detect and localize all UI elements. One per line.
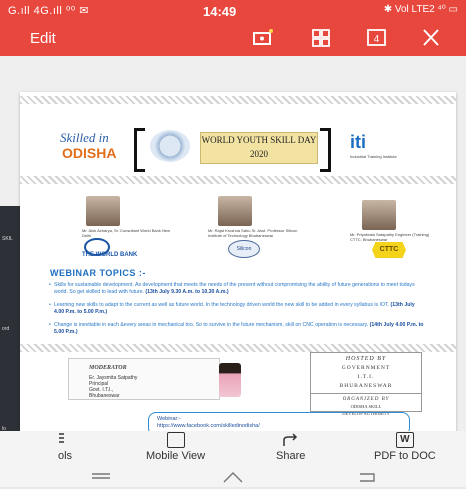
top-border-pattern <box>20 96 456 104</box>
share-icon <box>282 432 300 448</box>
silicon-logo: Silicon <box>228 240 260 258</box>
iti-logo: iti Industrial Training Institute <box>350 132 397 159</box>
word-icon: W <box>395 432 414 448</box>
mobile-view-icon <box>166 432 185 448</box>
page-count-icon[interactable]: 4 <box>366 28 388 48</box>
topic-bullet-1: Skills for sustainable development. As d… <box>49 282 424 295</box>
moderator-city: Bhubaneswar <box>89 393 120 399</box>
edit-button[interactable]: Edit <box>30 30 56 47</box>
speaker-photo-2 <box>218 196 252 226</box>
header-logos: Skilled in ODISHA WORLD YOUTH SKILL DAY … <box>50 128 436 172</box>
back-icon[interactable] <box>352 470 382 484</box>
webinar-topics-title: WEBINAR TOPICS :- <box>50 268 146 278</box>
svg-text:Skilled in: Skilled in <box>60 130 109 145</box>
close-icon[interactable] <box>420 28 442 48</box>
clock: 14:49 <box>203 4 237 19</box>
home-icon[interactable] <box>218 470 248 484</box>
status-bar: G.ıll 4G.ıll ⁰⁰ ✉ 14:49 ✱ Vol LTE2 ⁴⁰ ▭ <box>0 0 466 22</box>
pdf-to-doc-button[interactable]: W PDF to DOC <box>374 432 436 462</box>
divider-pattern-2 <box>20 344 456 352</box>
svg-text:ODISHA: ODISHA <box>62 145 116 161</box>
bracket-left <box>134 128 145 172</box>
bracket-right <box>320 128 331 172</box>
moderator-photo <box>219 363 241 397</box>
speaker-caption-2: Mr. Rajat Krushna Sahu Sr. Asst. Profess… <box>208 228 298 238</box>
battery-indicators: ✱ Vol LTE2 ⁴⁰ ▭ <box>383 4 458 15</box>
grid-icon[interactable] <box>310 28 332 48</box>
speaker-caption-3: Mr. Priyabrata Satapathy Engineer (Train… <box>350 232 430 242</box>
document-viewer[interactable]: SKIL ord lo Skilled in ODISHA WORLD YOUTH … <box>0 56 466 431</box>
webinar-label: Webinar:- <box>157 416 181 422</box>
hosted-by-box: HOSTED BY GOVERNMENT I.T.I. BHUBANESWAR … <box>310 352 422 416</box>
moderator-box: MODERATOR Er. Jaysmita Satpathy Principa… <box>68 358 241 400</box>
world-youth-skill-day-banner: WORLD YOUTH SKILL DAY 2020 <box>200 132 318 164</box>
moderator-title: MODERATOR <box>89 365 127 371</box>
world-bank-label: THE WORLD BANK <box>82 252 138 258</box>
speaker-photo-3 <box>362 200 396 230</box>
topic-bullet-3: Change is inevitable in each &every area… <box>49 322 424 335</box>
bottom-toolbar: ols Mobile View Share W PDF to DOC <box>0 431 466 467</box>
speaker-caption-1: Mr. Alok Acharya, Sr. Consultant World B… <box>82 228 170 238</box>
tools-icon <box>56 432 74 448</box>
skilled-in-odisha-logo: Skilled in ODISHA <box>58 128 128 164</box>
webinar-link-box[interactable]: Webinar:- https://www.facebook.com/skill… <box>148 412 410 431</box>
pdf-page: Skilled in ODISHA WORLD YOUTH SKILL DAY … <box>20 92 456 431</box>
app-bar: Edit 4 <box>0 22 466 56</box>
government-seal-icon <box>150 130 190 162</box>
cttc-logo: CTTC <box>372 242 406 258</box>
topic-bullet-2: Learning new skills to adapt to the curr… <box>49 302 424 315</box>
share-button[interactable]: Share <box>276 432 305 462</box>
system-nav-bar <box>0 467 466 487</box>
speaker-photo-1 <box>86 196 120 226</box>
screenshot-icon[interactable] <box>252 28 274 48</box>
mobile-view-button[interactable]: Mobile View <box>146 432 205 462</box>
tools-button[interactable]: ols <box>56 432 74 462</box>
webinar-url[interactable]: https://www.facebook.com/skilledinodisha… <box>157 423 401 430</box>
divider-pattern <box>20 176 456 184</box>
menu-icon[interactable] <box>86 470 116 484</box>
page-count: 4 <box>374 34 380 45</box>
signal-indicators: G.ıll 4G.ıll ⁰⁰ ✉ <box>8 5 89 17</box>
